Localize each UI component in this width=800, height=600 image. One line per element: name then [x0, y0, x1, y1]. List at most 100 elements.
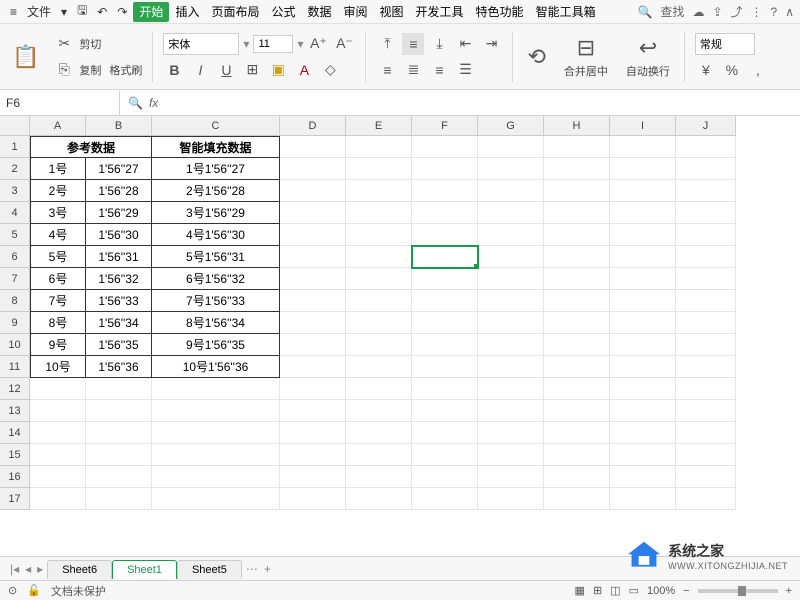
- italic-icon[interactable]: I: [189, 59, 211, 81]
- cell-I4[interactable]: [610, 202, 676, 224]
- cell-B13[interactable]: [86, 400, 152, 422]
- cell-J14[interactable]: [676, 422, 736, 444]
- cell-G16[interactable]: [478, 466, 544, 488]
- cell-I13[interactable]: [610, 400, 676, 422]
- cell-F12[interactable]: [412, 378, 478, 400]
- cell-B10[interactable]: 1'56''35: [86, 334, 152, 356]
- col-header-F[interactable]: F: [412, 116, 478, 136]
- cell-A17[interactable]: [30, 488, 86, 510]
- align-middle-icon[interactable]: ≡: [402, 33, 424, 55]
- row-header-9[interactable]: 9: [0, 312, 30, 334]
- dropdown-icon[interactable]: ▾: [297, 37, 303, 51]
- menu-tab-7[interactable]: 开发工具: [410, 2, 470, 22]
- row-header-8[interactable]: 8: [0, 290, 30, 312]
- cell-A15[interactable]: [30, 444, 86, 466]
- cell-H9[interactable]: [544, 312, 610, 334]
- font-name-select[interactable]: 宋体: [163, 33, 239, 55]
- select-all-corner[interactable]: [0, 116, 30, 136]
- copy-icon[interactable]: ⎘: [53, 59, 75, 81]
- cell-C6[interactable]: 5号1'56''31: [152, 246, 280, 268]
- cell-I6[interactable]: [610, 246, 676, 268]
- menu-tab-2[interactable]: 页面布局: [205, 2, 265, 22]
- cloud-icon[interactable]: ☁: [692, 5, 704, 19]
- view-custom-icon[interactable]: ◫: [610, 584, 620, 597]
- cell-J13[interactable]: [676, 400, 736, 422]
- cell-J12[interactable]: [676, 378, 736, 400]
- cell-H15[interactable]: [544, 444, 610, 466]
- zoom-in-icon[interactable]: +: [786, 585, 792, 597]
- cell-H2[interactable]: [544, 158, 610, 180]
- cell-H8[interactable]: [544, 290, 610, 312]
- row-header-14[interactable]: 14: [0, 422, 30, 444]
- cell-D17[interactable]: [280, 488, 346, 510]
- cell-D16[interactable]: [280, 466, 346, 488]
- sheet-tab-Sheet5[interactable]: Sheet5: [177, 560, 242, 579]
- cell-I14[interactable]: [610, 422, 676, 444]
- format-painter-label[interactable]: 格式刷: [109, 62, 142, 78]
- cell-J4[interactable]: [676, 202, 736, 224]
- cell-J8[interactable]: [676, 290, 736, 312]
- cell-C17[interactable]: [152, 488, 280, 510]
- view-normal-icon[interactable]: ▦: [575, 584, 585, 597]
- menu-tab-5[interactable]: 审阅: [338, 2, 374, 22]
- indent-decrease-icon[interactable]: ⇤: [454, 33, 476, 55]
- fill-color-icon[interactable]: ▣: [267, 59, 289, 81]
- col-header-G[interactable]: G: [478, 116, 544, 136]
- collapse-ribbon-icon[interactable]: ∧: [785, 5, 794, 19]
- cell-G17[interactable]: [478, 488, 544, 510]
- cell-H6[interactable]: [544, 246, 610, 268]
- row-header-4[interactable]: 4: [0, 202, 30, 224]
- border-icon[interactable]: ⊞: [241, 59, 263, 81]
- scissors-icon[interactable]: ✂: [53, 33, 75, 55]
- cell-A13[interactable]: [30, 400, 86, 422]
- cell-A8[interactable]: 7号: [30, 290, 86, 312]
- cell-G11[interactable]: [478, 356, 544, 378]
- cell-E2[interactable]: [346, 158, 412, 180]
- cell-F15[interactable]: [412, 444, 478, 466]
- cell-I8[interactable]: [610, 290, 676, 312]
- col-header-B[interactable]: B: [86, 116, 152, 136]
- row-header-7[interactable]: 7: [0, 268, 30, 290]
- cell-I9[interactable]: [610, 312, 676, 334]
- cell-D14[interactable]: [280, 422, 346, 444]
- cell-D9[interactable]: [280, 312, 346, 334]
- number-format-select[interactable]: 常规: [695, 33, 755, 55]
- align-left-icon[interactable]: ≡: [376, 59, 398, 81]
- cell-D2[interactable]: [280, 158, 346, 180]
- comma-icon[interactable]: ,: [747, 59, 769, 81]
- row-header-3[interactable]: 3: [0, 180, 30, 202]
- cell-I2[interactable]: [610, 158, 676, 180]
- copy-label[interactable]: 复制: [79, 62, 101, 78]
- cell-F2[interactable]: [412, 158, 478, 180]
- search-label[interactable]: 查找: [660, 3, 684, 20]
- cell-H5[interactable]: [544, 224, 610, 246]
- dropdown-icon[interactable]: ▾: [243, 37, 249, 51]
- cell-D3[interactable]: [280, 180, 346, 202]
- menu-tab-6[interactable]: 视图: [374, 2, 410, 22]
- cell-E5[interactable]: [346, 224, 412, 246]
- redo-icon[interactable]: ↷: [113, 3, 131, 21]
- row-header-16[interactable]: 16: [0, 466, 30, 488]
- menu-tab-3[interactable]: 公式: [265, 2, 301, 22]
- cell-C12[interactable]: [152, 378, 280, 400]
- cell-G12[interactable]: [478, 378, 544, 400]
- increase-font-icon[interactable]: A⁺: [307, 33, 329, 55]
- cell-E17[interactable]: [346, 488, 412, 510]
- font-color-icon[interactable]: A: [293, 59, 315, 81]
- zoom-level[interactable]: 100%: [647, 585, 675, 597]
- cell-F8[interactable]: [412, 290, 478, 312]
- align-right-icon[interactable]: ≡: [428, 59, 450, 81]
- cell-H10[interactable]: [544, 334, 610, 356]
- cell-B8[interactable]: 1'56''33: [86, 290, 152, 312]
- clear-format-icon[interactable]: ◇: [319, 59, 341, 81]
- cell-G2[interactable]: [478, 158, 544, 180]
- row-header-10[interactable]: 10: [0, 334, 30, 356]
- cell-C16[interactable]: [152, 466, 280, 488]
- cell-B16[interactable]: [86, 466, 152, 488]
- cell-E16[interactable]: [346, 466, 412, 488]
- decrease-font-icon[interactable]: A⁻: [333, 33, 355, 55]
- menu-tab-1[interactable]: 插入: [169, 2, 205, 22]
- cell-I5[interactable]: [610, 224, 676, 246]
- fx-icon[interactable]: fx: [149, 96, 158, 110]
- cell-G13[interactable]: [478, 400, 544, 422]
